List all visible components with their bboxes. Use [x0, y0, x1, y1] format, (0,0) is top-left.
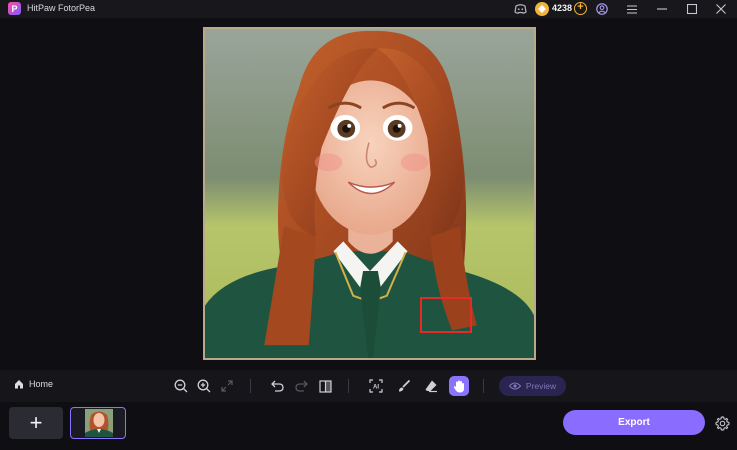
preview-button[interactable]: Preview: [499, 376, 566, 396]
preview-label: Preview: [525, 381, 557, 391]
fit-screen-icon[interactable]: [218, 377, 236, 395]
portrait-image: [205, 29, 534, 358]
maximize-icon[interactable]: [684, 1, 700, 17]
coin-count: 4238: [552, 3, 573, 13]
home-button[interactable]: Home: [14, 379, 53, 389]
selection-rectangle[interactable]: [420, 297, 472, 333]
toolbar-divider: [250, 379, 251, 393]
compare-icon[interactable]: [316, 377, 334, 395]
add-image-button[interactable]: +: [9, 407, 63, 439]
app-window: P HitPaw FotorPea 4238 + Home AI Preview…: [0, 0, 737, 450]
export-button[interactable]: Export: [563, 410, 705, 435]
add-coins-icon[interactable]: +: [574, 2, 587, 15]
eye-icon: [508, 382, 521, 390]
menu-icon[interactable]: [624, 1, 640, 17]
account-icon[interactable]: [594, 1, 610, 17]
eraser-icon[interactable]: [422, 377, 440, 395]
redo-icon[interactable]: [292, 377, 310, 395]
app-title: HitPaw FotorPea: [27, 3, 96, 13]
toolbar-divider: [348, 379, 349, 393]
undo-icon[interactable]: [268, 377, 286, 395]
title-bar: P HitPaw FotorPea 4238 +: [0, 0, 737, 18]
gear-icon[interactable]: [713, 414, 731, 432]
toolbar-divider: [483, 379, 484, 393]
image-thumbnail[interactable]: [70, 407, 126, 439]
ai-select-icon[interactable]: AI: [367, 377, 385, 395]
svg-text:AI: AI: [373, 385, 379, 391]
minimize-icon[interactable]: [654, 1, 670, 17]
home-label: Home: [29, 379, 54, 389]
canvas-area[interactable]: [0, 18, 737, 370]
thumbnail-portrait: [85, 409, 113, 437]
home-icon: [15, 380, 23, 389]
edited-photo[interactable]: [203, 27, 536, 360]
zoom-in-icon[interactable]: [195, 377, 213, 395]
close-icon[interactable]: [713, 1, 729, 17]
app-logo-icon: P: [8, 2, 21, 15]
discord-icon[interactable]: [512, 1, 528, 17]
coin-icon: [535, 2, 549, 16]
brush-icon[interactable]: [395, 377, 413, 395]
zoom-out-icon[interactable]: [172, 377, 190, 395]
hand-icon[interactable]: [449, 376, 469, 396]
bottom-strip: + Export: [0, 402, 737, 450]
bottom-toolbar: Home AI Preview: [0, 370, 737, 402]
